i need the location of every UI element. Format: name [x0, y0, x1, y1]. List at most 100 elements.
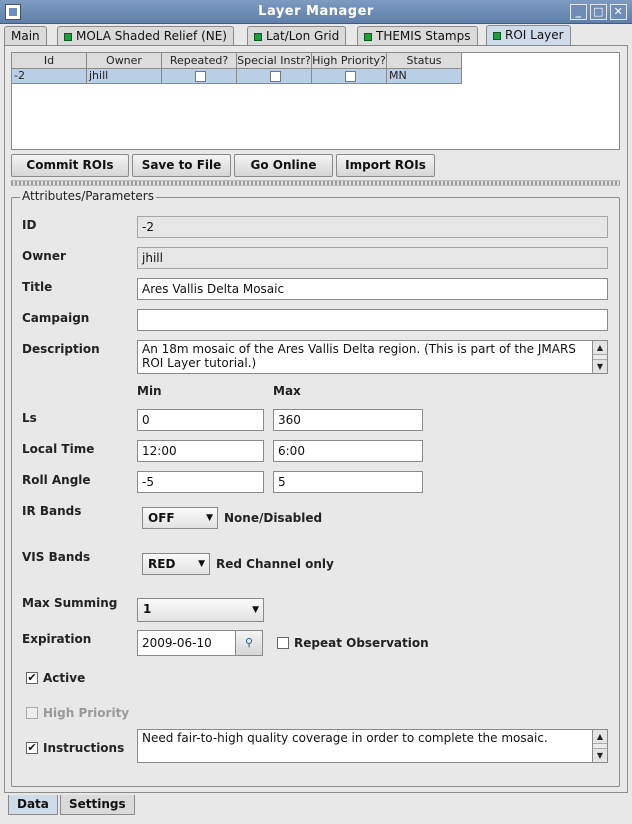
tab-label: Lat/Lon Grid: [266, 29, 340, 43]
tab-data[interactable]: Data: [8, 795, 58, 815]
high-priority-checkbox: [26, 707, 38, 719]
scroll-down-icon[interactable]: ▼: [593, 359, 607, 373]
attributes-group: Attributes/Parameters ID -2 Owner jhill …: [11, 189, 620, 787]
max-summing-value: 1: [143, 602, 152, 616]
column-header-status[interactable]: Status: [387, 53, 462, 69]
tab-themis-stamps[interactable]: THEMIS Stamps: [357, 26, 478, 45]
tab-roi-layer[interactable]: ROI Layer: [486, 25, 571, 45]
tab-main[interactable]: Main: [4, 26, 47, 45]
roi-table: Id Owner Repeated? Special Instr? High P…: [11, 52, 620, 150]
layer-status-icon: [254, 33, 262, 41]
ls-max-field[interactable]: 360: [273, 409, 423, 431]
date-picker-icon: ⚲: [244, 636, 254, 649]
scroll-down-icon[interactable]: ▼: [593, 748, 607, 762]
close-button[interactable]: ✕: [610, 4, 627, 20]
owner-label: Owner: [22, 249, 66, 263]
maximize-button[interactable]: □: [590, 4, 607, 20]
repeat-observation-label: Repeat Observation: [294, 636, 429, 650]
active-label: Active: [43, 671, 86, 685]
vis-bands-label: VIS Bands: [22, 550, 91, 564]
chevron-down-icon: ▼: [252, 605, 259, 615]
high-priority-checkbox[interactable]: [344, 71, 356, 82]
minimize-button[interactable]: _: [570, 4, 587, 20]
roll-angle-label: Roll Angle: [22, 473, 91, 487]
tab-label: THEMIS Stamps: [376, 29, 471, 43]
maximize-icon: □: [593, 5, 604, 18]
min-header: Min: [137, 384, 162, 398]
column-header-owner[interactable]: Owner: [87, 53, 162, 69]
layer-status-icon: [493, 32, 501, 40]
scroll-up-icon[interactable]: ▲: [593, 341, 607, 355]
id-field: -2: [137, 216, 608, 238]
title-field[interactable]: Ares Vallis Delta Mosaic: [137, 278, 608, 300]
cell-repeated: [162, 69, 237, 84]
layer-status-icon: [64, 33, 72, 41]
instructions-label: Instructions: [43, 741, 125, 755]
max-summing-label: Max Summing: [22, 596, 118, 610]
owner-field: jhill: [137, 247, 608, 269]
close-icon: ✕: [613, 5, 624, 18]
instructions-checkbox[interactable]: ✔: [26, 742, 38, 754]
vis-bands-description: Red Channel only: [216, 557, 334, 571]
ls-label: Ls: [22, 411, 37, 425]
ir-bands-label: IR Bands: [22, 504, 82, 518]
local-time-label: Local Time: [22, 442, 95, 456]
layer-status-icon: [364, 33, 372, 41]
cell-id: -2: [12, 69, 87, 84]
group-title: Attributes/Parameters: [20, 189, 156, 203]
ls-min-field[interactable]: 0: [137, 409, 264, 431]
chevron-down-icon: ▼: [206, 513, 213, 523]
expiration-label: Expiration: [22, 632, 92, 646]
instructions-field[interactable]: Need fair-to-high quality coverage in or…: [137, 729, 608, 763]
column-header-high-priority[interactable]: High Priority?: [312, 53, 387, 69]
roi-layer-panel: Id Owner Repeated? Special Instr? High P…: [4, 45, 628, 793]
description-field[interactable]: An 18m mosaic of the Ares Vallis Delta r…: [137, 340, 608, 374]
instructions-scrollbar[interactable]: ▲ ▼: [592, 730, 607, 762]
save-to-file-button[interactable]: Save to File: [132, 154, 231, 177]
split-pane-divider[interactable]: [11, 180, 620, 186]
repeat-observation-checkbox[interactable]: [277, 637, 289, 649]
special-instr-checkbox[interactable]: [269, 71, 281, 82]
campaign-field[interactable]: [137, 309, 608, 331]
id-label: ID: [22, 218, 37, 232]
tab-label: MOLA Shaded Relief (NE): [76, 29, 227, 43]
roll-angle-min-field[interactable]: -5: [137, 471, 264, 493]
campaign-label: Campaign: [22, 311, 90, 325]
max-header: Max: [273, 384, 301, 398]
column-header-special-instr[interactable]: Special Instr?: [237, 53, 312, 69]
vis-bands-select[interactable]: RED ▼: [142, 553, 210, 575]
ir-bands-select[interactable]: OFF ▼: [142, 507, 218, 529]
local-time-max-field[interactable]: 6:00: [273, 440, 423, 462]
title-bar: Layer Manager _ □ ✕: [0, 0, 632, 24]
commit-rois-button[interactable]: Commit ROIs: [11, 154, 129, 177]
active-checkbox[interactable]: ✔: [26, 672, 38, 684]
roll-angle-max-field[interactable]: 5: [273, 471, 423, 493]
max-summing-select[interactable]: 1 ▼: [137, 598, 264, 622]
vis-bands-value: RED: [148, 557, 176, 571]
repeated-checkbox[interactable]: [194, 71, 206, 82]
cell-high-priority: [312, 69, 387, 84]
tab-lat-lon-grid[interactable]: Lat/Lon Grid: [247, 26, 347, 45]
tab-label: Main: [11, 29, 40, 43]
go-online-button[interactable]: Go Online: [234, 154, 333, 177]
date-picker-button[interactable]: ⚲: [235, 630, 263, 656]
tab-settings[interactable]: Settings: [60, 795, 135, 815]
description-text: An 18m mosaic of the Ares Vallis Delta r…: [142, 342, 576, 370]
ir-bands-description: None/Disabled: [224, 511, 323, 525]
chevron-down-icon: ▼: [198, 559, 205, 569]
window-title: Layer Manager: [258, 4, 374, 19]
local-time-min-field[interactable]: 12:00: [137, 440, 264, 462]
tab-mola-shaded-relief[interactable]: MOLA Shaded Relief (NE): [57, 26, 234, 45]
column-header-id[interactable]: Id: [12, 53, 87, 69]
scroll-up-icon[interactable]: ▲: [593, 730, 607, 744]
expiration-field[interactable]: 2009-06-10: [137, 630, 236, 656]
column-header-repeated[interactable]: Repeated?: [162, 53, 237, 69]
table-row[interactable]: -2 jhill MN: [12, 69, 462, 84]
minimize-icon: _: [575, 5, 582, 18]
cell-status: MN: [387, 69, 462, 84]
description-label: Description: [22, 342, 100, 356]
tab-label: ROI Layer: [505, 28, 564, 42]
ir-bands-value: OFF: [148, 511, 175, 525]
description-scrollbar[interactable]: ▲ ▼: [592, 341, 607, 373]
import-rois-button[interactable]: Import ROIs: [336, 154, 435, 177]
